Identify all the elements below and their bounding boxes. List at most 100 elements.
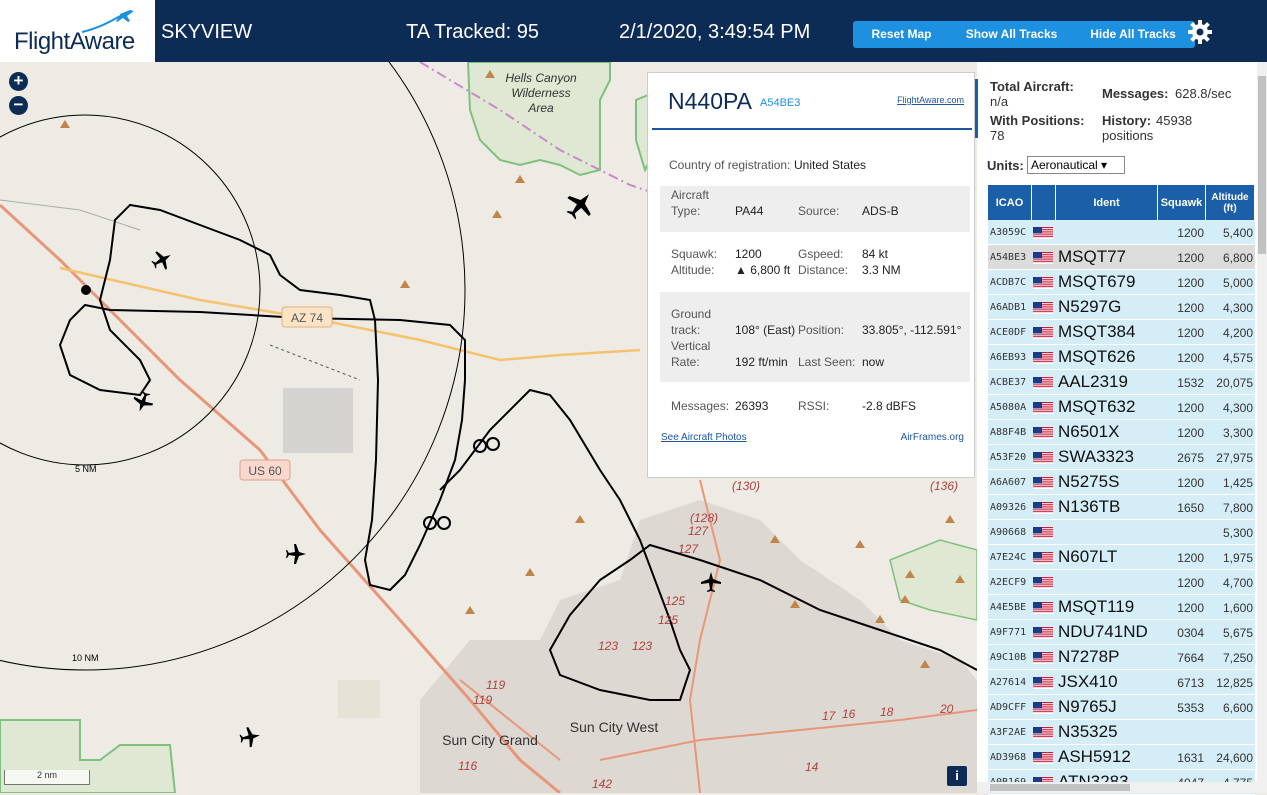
vertical-scrollbar-thumb[interactable] xyxy=(1258,76,1266,254)
zoom-out-button[interactable]: − xyxy=(9,96,28,115)
cell-squawk: 1200 xyxy=(1177,426,1204,440)
hide-all-tracks-button[interactable]: Hide All Tracks xyxy=(1071,21,1195,48)
col-altitude[interactable]: Altitude (ft) xyxy=(1206,185,1255,220)
messages-label: Messages: xyxy=(671,399,730,413)
us-flag-icon xyxy=(1033,476,1053,489)
cell-squawk: 1650 xyxy=(1177,501,1204,515)
selected-aircraft-icon[interactable] xyxy=(148,246,175,273)
cell-icao: A90668 xyxy=(990,527,1027,538)
cell-icao: A53F20 xyxy=(990,452,1027,463)
history-value: 45938 xyxy=(1156,113,1193,128)
route-label: (130) xyxy=(732,479,760,493)
table-row[interactable]: A5080A MSQT632 1200 4,300 xyxy=(988,395,1255,420)
flightaware-logo[interactable]: FlightAware xyxy=(0,0,157,62)
route-label: 14 xyxy=(805,760,819,774)
table-row[interactable]: A6A607 N5275S 1200 1,425 xyxy=(988,470,1255,495)
table-row[interactable]: A3059C 1200 5,400 xyxy=(988,220,1255,245)
cell-icao: A9F771 xyxy=(990,627,1027,638)
panel-tab-marker xyxy=(975,79,978,119)
table-row[interactable]: A53F20 SWA3323 2675 27,975 xyxy=(988,445,1255,470)
table-row[interactable]: ACE0DF MSQT384 1200 4,200 xyxy=(988,320,1255,345)
units-select[interactable]: Aeronautical ▾ xyxy=(1027,156,1125,174)
reset-map-button[interactable]: Reset Map xyxy=(853,21,950,48)
show-all-tracks-button[interactable]: Show All Tracks xyxy=(946,21,1077,48)
aircraft-marker-icon[interactable] xyxy=(560,185,599,224)
messages-rate-value: 628.8/sec xyxy=(1175,86,1232,101)
cell-squawk: 1200 xyxy=(1177,551,1204,565)
horizontal-scrollbar-thumb[interactable] xyxy=(990,784,1130,791)
route-label: 125 xyxy=(658,613,678,627)
cell-ident: N35325 xyxy=(1058,722,1118,741)
flightaware-link[interactable]: FlightAware.com xyxy=(897,95,964,105)
cell-altitude: 5,675 xyxy=(1222,626,1253,640)
country-value: United States xyxy=(794,158,867,172)
cell-icao: A5080A xyxy=(990,402,1027,413)
cell-squawk: 5353 xyxy=(1177,701,1204,715)
table-row[interactable]: A88F4B N6501X 1200 3,300 xyxy=(988,420,1255,445)
col-icao[interactable]: ICAO xyxy=(988,185,1032,220)
table-row[interactable]: A6ADB1 N5297G 1200 4,300 xyxy=(988,295,1255,320)
rssi-label: RSSI: xyxy=(798,399,830,413)
col-squawk[interactable]: Squawk xyxy=(1158,185,1206,220)
aircraft-marker-icon[interactable] xyxy=(286,544,306,564)
cell-icao: A27614 xyxy=(990,677,1027,688)
history-label: History: xyxy=(1102,113,1152,128)
zoom-in-button[interactable]: + xyxy=(9,72,28,91)
col-flag[interactable] xyxy=(1032,185,1056,220)
cell-altitude: 4,200 xyxy=(1222,326,1253,340)
table-row[interactable]: A4E5BE MSQT119 1200 1,600 xyxy=(988,595,1255,620)
table-row[interactable]: A90668 5,300 xyxy=(988,520,1255,545)
table-row[interactable]: A09326 N136TB 1650 7,800 xyxy=(988,495,1255,520)
table-row[interactable]: A9F771 NDU741ND 0304 5,675 xyxy=(988,620,1255,645)
cell-icao: A9C10B xyxy=(990,652,1027,663)
cell-squawk: 7664 xyxy=(1177,651,1204,665)
map-info-button[interactable]: i xyxy=(947,766,967,786)
us-flag-icon xyxy=(1033,601,1053,614)
cell-altitude: 1,600 xyxy=(1222,601,1253,615)
table-row[interactable]: A7E24C N607LT 1200 1,975 xyxy=(988,545,1255,570)
distance-value: 3.3 NM xyxy=(862,263,901,277)
cell-altitude: 12,825 xyxy=(1216,676,1253,690)
cell-icao: A7E24C xyxy=(990,552,1027,563)
table-row[interactable]: A2ECF9 1200 4,700 xyxy=(988,570,1255,595)
table-row[interactable]: AD3968 ASH5912 1631 24,600 xyxy=(988,745,1255,770)
gear-icon[interactable] xyxy=(1186,18,1214,46)
airframes-link[interactable]: AirFrames.org xyxy=(901,432,964,443)
ground-track-label-line2: track: xyxy=(671,323,701,337)
route-label: (136) xyxy=(930,479,958,493)
table-row[interactable]: A3F2AE N35325 xyxy=(988,720,1255,745)
cell-ident: N6501X xyxy=(1058,422,1120,441)
table-row[interactable]: ACBE37 AAL2319 1532 20,075 xyxy=(988,370,1255,395)
us-flag-icon xyxy=(1033,701,1053,714)
table-row[interactable]: A27614 JSX410 6713 12,825 xyxy=(988,670,1255,695)
cell-ident: SWA3323 xyxy=(1058,447,1134,466)
us-flag-icon xyxy=(1033,551,1053,564)
aircraft-registration: N440PA xyxy=(668,88,752,114)
cell-icao: A6A607 xyxy=(990,477,1027,488)
aircraft-type-label-line1: Aircraft xyxy=(671,188,710,202)
total-aircraft-value: n/a xyxy=(990,94,1009,109)
aircraft-marker-icon[interactable] xyxy=(130,389,156,415)
table-row[interactable]: AD9CFF N9765J 5353 6,600 xyxy=(988,695,1255,720)
cell-icao: A88F4B xyxy=(990,427,1027,438)
route-label: 119 xyxy=(473,693,492,707)
cell-icao: A3059C xyxy=(990,227,1027,238)
col-ident[interactable]: Ident xyxy=(1056,185,1158,220)
cell-squawk: 1200 xyxy=(1177,251,1204,265)
vertical-rate-label-line2: Rate: xyxy=(671,355,700,369)
cell-ident: JSX410 xyxy=(1058,672,1118,691)
cell-altitude: 3,300 xyxy=(1222,426,1253,440)
table-row[interactable]: A54BE3 MSQT77 1200 6,800 xyxy=(988,245,1255,270)
table-row[interactable]: A6EB93 MSQT626 1200 4,575 xyxy=(988,345,1255,370)
route-label: 20 xyxy=(939,702,954,716)
cell-squawk: 6713 xyxy=(1177,676,1204,690)
cell-icao: A54BE3 xyxy=(990,252,1027,263)
aircraft-photos-link[interactable]: See Aircraft Photos xyxy=(661,432,747,443)
vertical-rate-value: 192 ft/min xyxy=(735,355,788,369)
position-label: Position: xyxy=(798,323,845,337)
cell-icao: ACDB7C xyxy=(990,277,1027,288)
cell-ident: NDU741ND xyxy=(1058,622,1148,641)
aircraft-marker-icon[interactable] xyxy=(238,725,261,748)
table-row[interactable]: A9C10B N7278P 7664 7,250 xyxy=(988,645,1255,670)
table-row[interactable]: ACDB7C MSQT679 1200 5,000 xyxy=(988,270,1255,295)
